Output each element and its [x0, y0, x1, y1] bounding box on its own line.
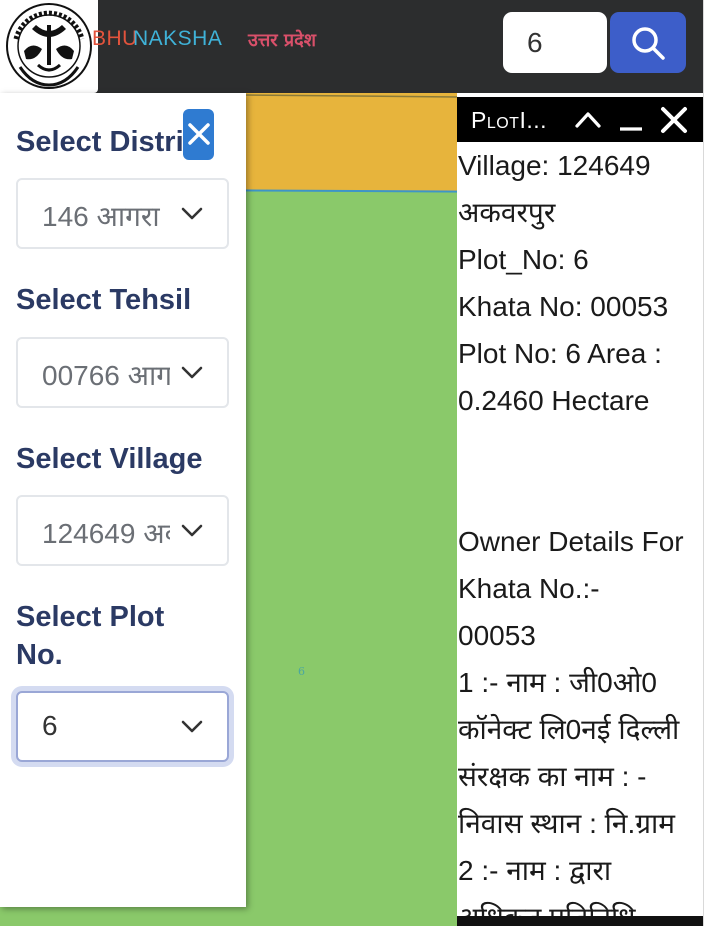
chevron-down-icon	[181, 366, 203, 379]
minimize-icon[interactable]	[618, 108, 644, 132]
location-select-panel: Select District 146 आगरा Select Tehsil 0…	[0, 93, 246, 907]
close-icon	[188, 123, 210, 145]
tehsil-select[interactable]: 00766 आगरा	[16, 337, 229, 408]
plot-select[interactable]: 6	[16, 691, 229, 762]
plot-search-input[interactable]	[503, 12, 607, 73]
chevron-up-icon[interactable]	[574, 108, 602, 130]
brand-naksha-text: NAKSHA	[133, 27, 223, 50]
tehsil-select-value: 00766 आगरा	[42, 360, 170, 391]
app-header: BHU NAKSHA उत्तर प्रदेश	[0, 0, 720, 93]
close-icon[interactable]	[660, 106, 688, 134]
search-button[interactable]	[610, 12, 686, 73]
plot-select-value: 6	[42, 710, 58, 741]
info-line: कॉनेक्ट लि0नई दिल्ली	[458, 714, 680, 745]
tehsil-label: Select Tehsil	[16, 284, 192, 316]
info-line: अकवरपुर	[458, 197, 556, 228]
emblem-graphic	[6, 3, 92, 89]
info-line: Khata No.:-	[458, 573, 600, 604]
info-line: Plot No: 6 Area :	[458, 338, 662, 369]
info-line	[458, 471, 703, 518]
brand-bhu-text: BHU	[92, 27, 138, 50]
chevron-down-icon	[181, 207, 203, 220]
info-line: Plot_No: 6	[458, 244, 589, 275]
info-line: 0.2460 Hectare	[458, 385, 650, 416]
state-name: उत्तर प्रदेश	[248, 30, 316, 51]
plot-label: Select Plot No.	[16, 601, 165, 671]
up-government-emblem-icon[interactable]	[0, 0, 98, 93]
village-select-value: 124649 अकवरपुर	[42, 518, 170, 549]
info-line: Village: 124649	[458, 150, 651, 181]
chevron-down-icon	[181, 524, 203, 537]
village-label: Select Village	[16, 443, 203, 475]
district-select-value: 146 आगरा	[42, 201, 160, 232]
plot-info-panel: PlotI... Village: 124649 अकवरपुर Plot_No…	[457, 93, 703, 926]
info-panel-title: PlotI...	[471, 107, 548, 133]
info-line: 2 :- नाम : द्वारा	[458, 855, 612, 886]
village-select[interactable]: 124649 अकवरपुर	[16, 495, 229, 566]
info-panel-footer	[457, 916, 703, 926]
page-right-edge	[703, 0, 720, 926]
plot-details-text: Village: 124649 अकवरपुर Plot_No: 6 Khata…	[458, 142, 703, 918]
chevron-down-icon	[181, 720, 203, 733]
info-line: 1 :- नाम : जी0ओ0	[458, 667, 657, 698]
info-line: निवास स्थान : नि.ग्राम	[458, 808, 676, 839]
close-panel-button[interactable]	[183, 109, 214, 160]
info-panel-titlebar: PlotI...	[457, 97, 703, 142]
info-line: Khata No: 00053	[458, 291, 669, 322]
plot-number-label: 6	[298, 665, 305, 678]
info-line	[458, 424, 703, 471]
page-edge-line	[703, 0, 704, 926]
district-select[interactable]: 146 आगरा	[16, 178, 229, 249]
info-line: Owner Details For	[458, 526, 684, 557]
info-line: संरक्षक का नाम : -	[458, 761, 647, 792]
info-line: अधिकृत प्रतिनिधि	[458, 902, 636, 918]
info-line: 00053	[458, 620, 536, 651]
search-icon	[632, 27, 665, 60]
